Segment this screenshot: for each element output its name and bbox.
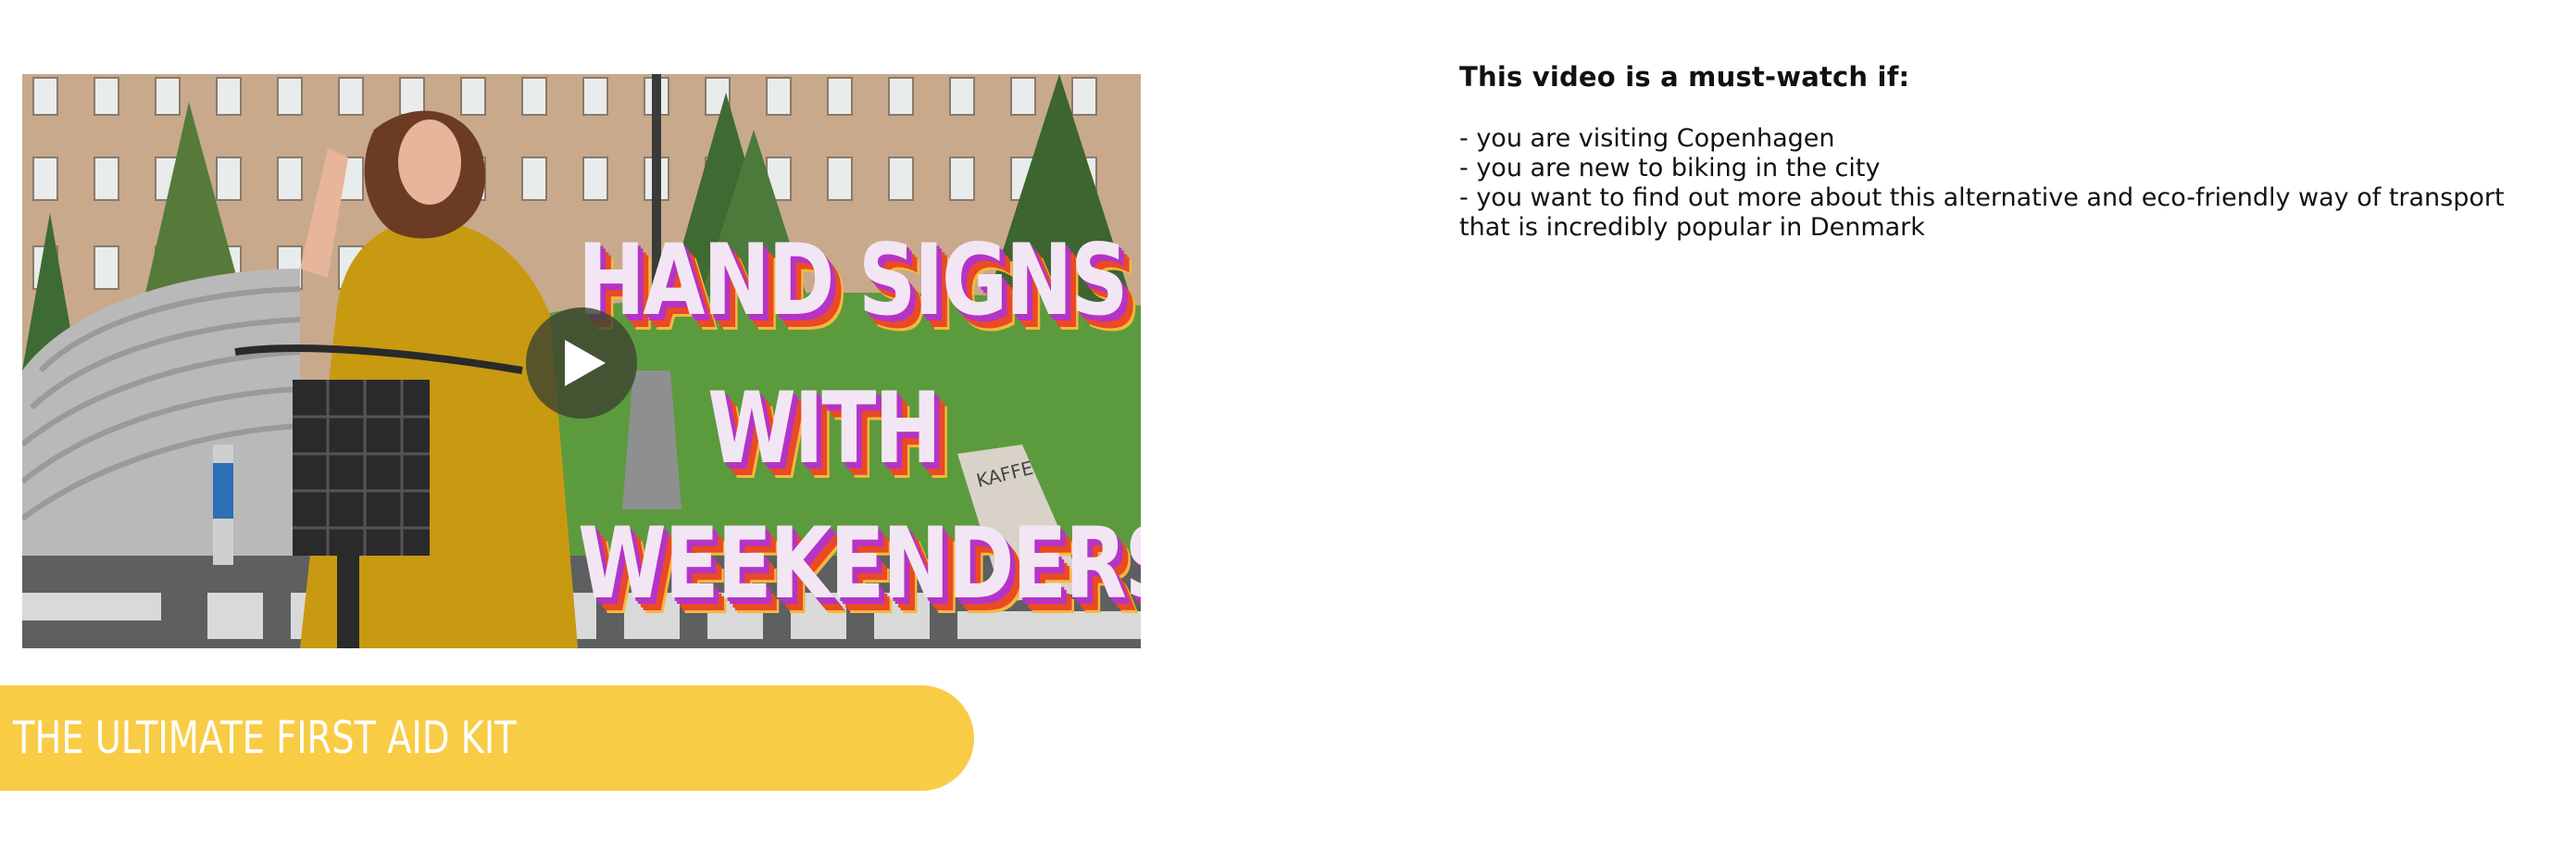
first-aid-kit-banner[interactable]: THE ULTIMATE FIRST AID KIT: [0, 685, 974, 791]
video-title-line-2: WITH: [707, 371, 942, 485]
play-button[interactable]: [526, 307, 637, 419]
description-list: - you are visiting Copenhagen - you are …: [1459, 124, 2524, 243]
video-title-line-1: HAND SIGNS: [578, 223, 1129, 337]
description-item: - you are new to biking in the city: [1459, 154, 1881, 182]
video-description: This video is a must-watch if: - you are…: [1459, 61, 2524, 243]
description-item: - you want to find out more about this a…: [1459, 183, 2505, 242]
video-thumbnail[interactable]: HAND SIGNS WITH WEEKENDERS KAFFE: [22, 74, 1141, 648]
play-icon: [565, 340, 606, 386]
video-title-line-3: WEEKENDERS: [578, 507, 1141, 621]
description-heading: This video is a must-watch if:: [1459, 61, 1910, 93]
banner-label: THE ULTIMATE FIRST AID KIT: [13, 712, 517, 764]
description-item: - you are visiting Copenhagen: [1459, 124, 1835, 153]
